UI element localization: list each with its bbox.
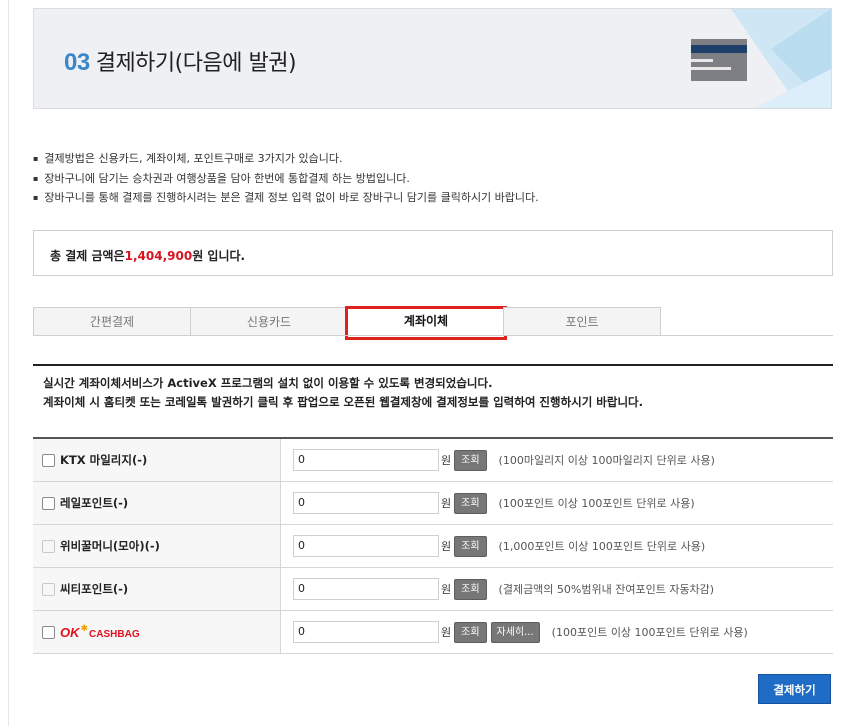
ok-cashbag-checkbox[interactable] [42, 625, 55, 639]
card-illustration-icon [691, 9, 831, 108]
total-amount-text: 총 결제 금액은1,404,900원 입니다. [50, 247, 245, 264]
notice-item: 장바구니를 통해 결제를 진행하시려는 분은 결제 정보 입력 없이 바로 장바… [33, 189, 823, 209]
point-label-cell: 위비꿀머니(모아)(-) [33, 524, 281, 568]
ok-cashbag-detail-button[interactable]: 자세히... [490, 621, 540, 643]
ktx-mileage-hint: (100마일리지 이상 100마일리지 단위로 사용) [498, 454, 715, 467]
total-amount-box: 총 결제 금액은1,404,900원 입니다. [33, 230, 833, 276]
info-line-1: 실시간 계좌이체서비스가 ActiveX 프로그램의 설치 없이 이용할 수 있… [43, 376, 493, 390]
citi-point-input[interactable]: 0 [293, 578, 439, 600]
table-row: 위비꿀머니(모아)(-) 0 원 조회 (1,000포인트 이상 100포인트 단위로… [33, 524, 833, 568]
ktx-mileage-input[interactable]: 0 [293, 449, 439, 471]
ok-cashbag-hint: (100포인트 이상 100포인트 단위로 사용) [551, 626, 748, 639]
ok-cashbag-logo-ok: OK [60, 624, 80, 640]
rail-point-input[interactable]: 0 [293, 492, 439, 514]
bank-transfer-info: 실시간 계좌이체서비스가 ActiveX 프로그램의 설치 없이 이용할 수 있… [33, 364, 833, 412]
table-row: 레일포인트(-) 0 원 조회 (100포인트 이상 100포인트 단위로 사용) [33, 481, 833, 525]
page-title-text: 결제하기(다음에 발권) [95, 51, 297, 76]
wibee-money-query-button[interactable]: 조회 [454, 535, 487, 557]
wibee-money-input[interactable]: 0 [293, 535, 439, 557]
table-row: 씨티포인트(-) 0 원 조회 (결제금액의 50%범위내 잔여포인트 자동차감) [33, 567, 833, 611]
points-table: KTX 마일리지(-) 0 원 조회 (100마일리지 이상 100마일리지 단위로 … [33, 437, 833, 654]
total-prefix: 총 결제 금액은 [50, 249, 125, 263]
page-title: 03 결제하기(다음에 발권) [64, 45, 297, 77]
step-number: 03 [64, 49, 90, 76]
rail-point-label: 레일포인트(-) [60, 496, 129, 510]
payment-method-tabs: 간편결제 신용카드 계좌이체 포인트 [33, 306, 663, 340]
tab-simple-pay[interactable]: 간편결제 [33, 307, 191, 335]
ktx-mileage-label: KTX 마일리지(-) [60, 453, 148, 467]
rail-point-checkbox[interactable] [42, 496, 55, 510]
ok-cashbag-star-icon: ✱ [80, 622, 89, 633]
tab-credit-card[interactable]: 신용카드 [190, 307, 348, 335]
tab-divider [33, 335, 833, 336]
page-header-banner: 03 결제하기(다음에 발권) [33, 8, 832, 109]
point-input-cell: 0 원 조회 (100포인트 이상 100포인트 단위로 사용) [280, 481, 833, 525]
wibee-money-hint: (1,000포인트 이상 100포인트 단위로 사용) [498, 540, 706, 553]
total-suffix: 원 입니다. [192, 249, 246, 263]
ktx-mileage-checkbox[interactable] [42, 453, 55, 467]
point-input-cell: 0 원 조회 자세히... (100포인트 이상 100포인트 단위로 사용) [280, 610, 833, 654]
rail-point-hint: (100포인트 이상 100포인트 단위로 사용) [498, 497, 695, 510]
pay-button[interactable]: 결제하기 [758, 674, 831, 704]
ok-cashbag-logo-cashbag: CASHBAG [89, 628, 140, 640]
ktx-mileage-query-button[interactable]: 조회 [454, 449, 487, 471]
rail-point-query-button[interactable]: 조회 [454, 492, 487, 514]
won-unit: 원 [441, 497, 452, 510]
point-label-cell: 씨티포인트(-) [33, 567, 281, 611]
wibee-money-label: 위비꿀머니(모아)(-) [60, 539, 160, 553]
point-input-cell: 0 원 조회 (1,000포인트 이상 100포인트 단위로 사용) [280, 524, 833, 568]
won-unit: 원 [441, 626, 452, 639]
table-row: KTX 마일리지(-) 0 원 조회 (100마일리지 이상 100마일리지 단위로 … [33, 438, 833, 482]
point-label-cell: KTX 마일리지(-) [33, 438, 281, 482]
citi-point-hint: (결제금액의 50%범위내 잔여포인트 자동차감) [498, 583, 715, 596]
notice-item: 결제방법은 신용카드, 계좌이체, 포인트구매로 3가지가 있습니다. [33, 150, 823, 170]
notice-item: 장바구니에 담기는 승차권과 여행상품을 담아 한번에 통합결제 하는 방법입니… [33, 170, 823, 190]
ok-cashbag-input[interactable]: 0 [293, 621, 439, 643]
point-input-cell: 0 원 조회 (결제금액의 50%범위내 잔여포인트 자동차감) [280, 567, 833, 611]
won-unit: 원 [441, 583, 452, 596]
total-amount-value: 1,404,900 [124, 249, 193, 263]
won-unit: 원 [441, 454, 452, 467]
point-label-cell: OK✱CASHBAG [33, 610, 281, 654]
ok-cashbag-query-button[interactable]: 조회 [454, 621, 487, 643]
won-unit: 원 [441, 540, 452, 553]
citi-point-query-button[interactable]: 조회 [454, 578, 487, 600]
citi-point-checkbox[interactable] [42, 582, 55, 596]
ok-cashbag-logo: OK✱CASHBAG [60, 622, 140, 640]
payment-notice-list: 결제방법은 신용카드, 계좌이체, 포인트구매로 3가지가 있습니다. 장바구니… [33, 150, 823, 209]
point-input-cell: 0 원 조회 (100마일리지 이상 100마일리지 단위로 사용) [280, 438, 833, 482]
point-label-cell: 레일포인트(-) [33, 481, 281, 525]
page-left-border [8, 0, 9, 726]
citi-point-label: 씨티포인트(-) [60, 582, 129, 596]
tab-points[interactable]: 포인트 [503, 307, 661, 335]
table-row: OK✱CASHBAG 0 원 조회 자세히... (100포인트 이상 100포인트 단… [33, 610, 833, 654]
wibee-money-checkbox[interactable] [42, 539, 55, 553]
info-line-2: 계좌이체 시 홈티켓 또는 코레일톡 발권하기 클릭 후 팝업으로 오픈된 웹결… [43, 395, 643, 409]
